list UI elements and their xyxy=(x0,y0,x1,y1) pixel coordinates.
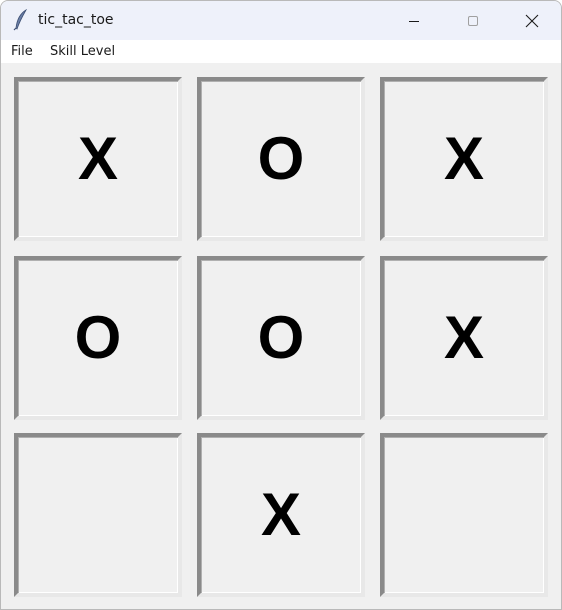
cell-mark: O xyxy=(74,304,122,371)
minimize-icon xyxy=(409,20,419,22)
menu-bar: File Skill Level xyxy=(1,40,561,63)
cell-2[interactable]: X xyxy=(380,77,548,241)
cell-4[interactable]: O xyxy=(197,256,365,420)
cell-3[interactable]: O xyxy=(14,256,182,420)
cell-mark: X xyxy=(443,125,485,192)
minimize-button[interactable] xyxy=(391,1,437,40)
menu-file[interactable]: File xyxy=(11,43,33,60)
cell-mark: O xyxy=(257,304,305,371)
window-title: tic_tac_toe xyxy=(38,12,114,28)
maximize-button[interactable] xyxy=(450,1,496,40)
cell-mark: O xyxy=(257,125,305,192)
maximize-icon xyxy=(468,15,478,26)
cell-7[interactable]: X xyxy=(197,433,365,597)
title-bar[interactable]: tic_tac_toe xyxy=(1,1,561,40)
cell-5[interactable]: X xyxy=(380,256,548,420)
close-icon xyxy=(525,14,539,27)
menu-skill-level[interactable]: Skill Level xyxy=(50,43,115,60)
cell-mark: X xyxy=(260,481,302,548)
game-board: X O X O O X X xyxy=(1,63,561,609)
feather-icon xyxy=(13,8,29,31)
close-button[interactable] xyxy=(509,1,555,40)
cell-1[interactable]: O xyxy=(197,77,365,241)
app-window: tic_tac_toe File Skill Level X O X O O X… xyxy=(0,0,562,610)
cell-mark: X xyxy=(77,125,119,192)
cell-mark: X xyxy=(443,304,485,371)
cell-8[interactable] xyxy=(380,433,548,597)
cell-0[interactable]: X xyxy=(14,77,182,241)
cell-6[interactable] xyxy=(14,433,182,597)
